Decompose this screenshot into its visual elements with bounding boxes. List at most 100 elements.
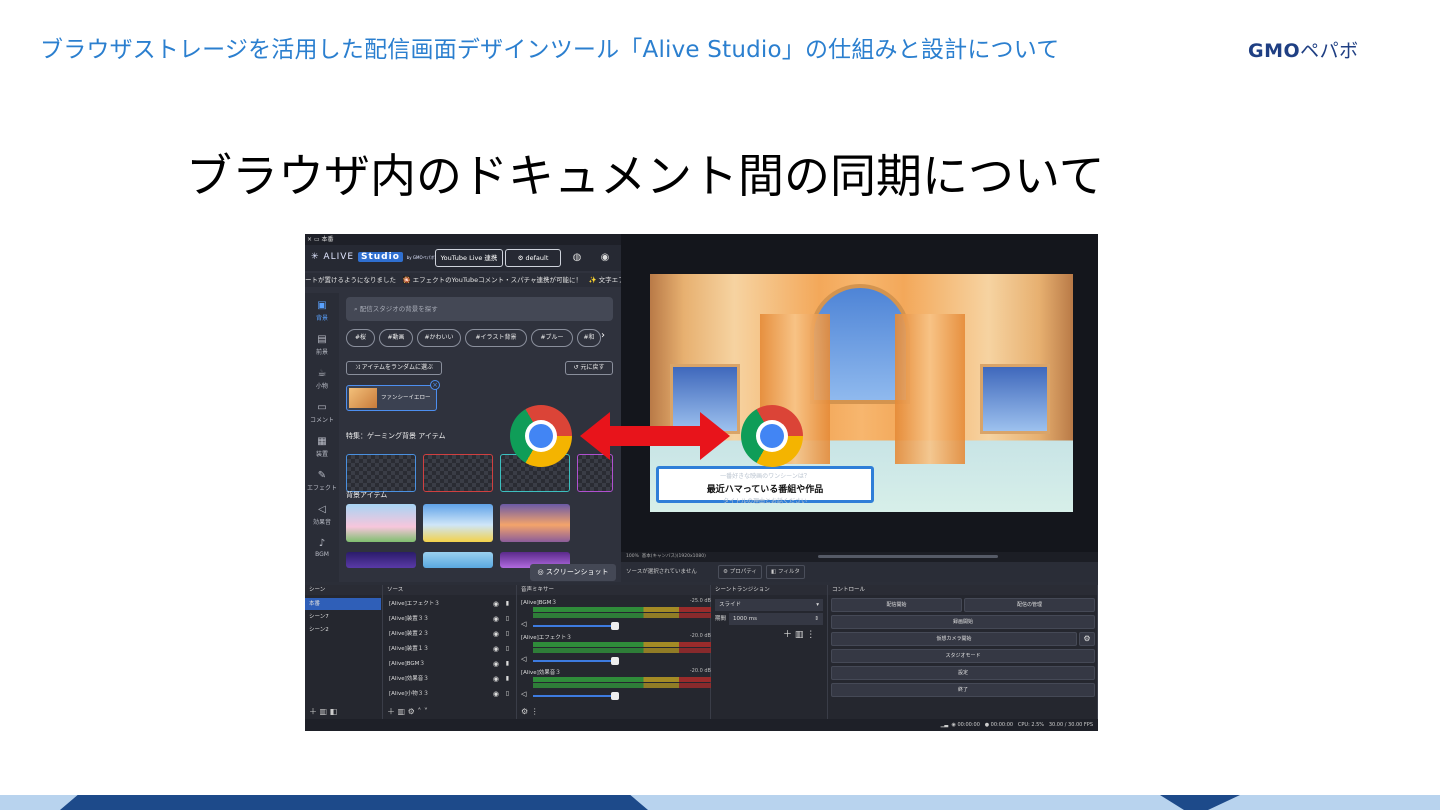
source-item[interactable]: [Alive]BGM３ ◉ ▮: [383, 657, 513, 671]
search-input[interactable]: ⌕ 配信スタジオの背景を探す: [346, 297, 613, 321]
eye-icon[interactable]: ◉: [493, 627, 499, 641]
lock-icon[interactable]: ▮: [506, 657, 509, 671]
selected-item-card[interactable]: ファンシーイエロー ×: [346, 380, 440, 411]
transition-select[interactable]: スライド ▾: [715, 599, 823, 611]
add-icon[interactable]: ＋: [309, 707, 317, 716]
volume-slider-handle[interactable]: [611, 622, 619, 630]
eye-icon[interactable]: ◉: [493, 612, 499, 626]
source-item[interactable]: [Alive]エフェクト３ ◉ ▮: [383, 597, 513, 611]
gear-icon[interactable]: ⚙: [1079, 632, 1095, 646]
account-icon[interactable]: ◉: [598, 251, 612, 265]
eye-icon[interactable]: ◉: [493, 657, 499, 671]
nav-item-effect[interactable]: ✎ エフェクト: [305, 465, 339, 499]
exit-button[interactable]: 終了: [831, 683, 1095, 697]
chevron-right-icon[interactable]: ›: [601, 330, 605, 341]
speaker-icon[interactable]: ◁: [521, 620, 526, 628]
lock-icon[interactable]: ▯: [506, 627, 509, 641]
tag-chip[interactable]: #桜: [346, 329, 375, 347]
bg-item[interactable]: [500, 504, 570, 542]
duration-input[interactable]: 1000 ms ⇕: [729, 613, 823, 625]
filter-icon[interactable]: ◧: [330, 707, 338, 716]
scene-item[interactable]: シーン7: [305, 611, 381, 623]
tag-chip[interactable]: #かわいい: [417, 329, 461, 347]
chevron-up-icon[interactable]: ˄: [417, 707, 421, 716]
stream-icon: ◉: [951, 722, 956, 728]
speaker-icon[interactable]: ◁: [521, 655, 526, 663]
virtual-camera-button[interactable]: 仮想カメラ開始: [831, 632, 1077, 646]
obs-status-bar: ▁▃ ◉ 00:00:00 ● 00:00:00 CPU: 2.5% 30.00…: [305, 719, 1098, 731]
source-item[interactable]: [Alive]装置３３ ◉ ▯: [383, 612, 513, 626]
nav-label: BGM: [315, 551, 329, 558]
volume-slider-handle[interactable]: [611, 657, 619, 665]
gear-icon[interactable]: ⚙: [521, 707, 528, 716]
eye-icon[interactable]: ◉: [493, 642, 499, 656]
globe-icon[interactable]: ◍: [570, 251, 584, 265]
tag-chip[interactable]: #イラスト背景: [465, 329, 527, 347]
chevron-down-icon[interactable]: ˅: [424, 707, 428, 716]
preview-scrollbar[interactable]: [818, 555, 998, 558]
source-item[interactable]: [Alive]装置１３ ◉ ▯: [383, 642, 513, 656]
nav-item-comment[interactable]: ▭ コメント: [305, 397, 339, 431]
add-icon[interactable]: ＋: [783, 630, 792, 640]
tag-chip[interactable]: #ブルー: [531, 329, 573, 347]
scene-item[interactable]: 本番: [305, 598, 381, 610]
studio-mode-button[interactable]: スタジオモード: [831, 649, 1095, 663]
nav-item-device[interactable]: ▦ 装置: [305, 431, 339, 465]
gaming-bg-item[interactable]: [346, 454, 416, 492]
lock-icon[interactable]: ▮: [506, 672, 509, 686]
random-item-button[interactable]: ⤨ アイテムをランダムに選ぶ: [346, 361, 442, 375]
undo-button[interactable]: ↺ 元に戻す: [565, 361, 613, 375]
trash-icon[interactable]: ▥: [320, 707, 328, 716]
bg-item[interactable]: [346, 504, 416, 542]
nav-item-foreground[interactable]: ▤ 前景: [305, 329, 339, 363]
bg-item[interactable]: [346, 552, 416, 568]
manage-stream-button[interactable]: 配信の管理: [964, 598, 1095, 612]
more-icon[interactable]: ⋮: [806, 630, 815, 640]
nav-item-sound[interactable]: ◁ 効果音: [305, 499, 339, 533]
more-icon[interactable]: ⋮: [531, 707, 539, 716]
youtube-live-button[interactable]: YouTube Live 連携: [435, 249, 503, 267]
tag-chip[interactable]: #和: [577, 329, 601, 347]
default-profile-button[interactable]: ⚙ default: [505, 249, 561, 267]
start-record-button[interactable]: 録画開始: [831, 615, 1095, 629]
source-item[interactable]: [Alive]小物３３ ◉ ▯: [383, 687, 513, 701]
lock-icon[interactable]: ▮: [506, 597, 509, 611]
settings-button[interactable]: 設定: [831, 666, 1095, 680]
nav-item-props[interactable]: ☕ 小物: [305, 363, 339, 397]
camera-icon: ◎: [537, 568, 544, 576]
lock-icon[interactable]: ▯: [506, 642, 509, 656]
close-icon[interactable]: ×: [430, 380, 440, 390]
eye-icon[interactable]: ◉: [493, 687, 499, 701]
filters-button[interactable]: ◧ フィルタ: [766, 565, 805, 579]
volume-slider[interactable]: [533, 695, 613, 697]
volume-slider-handle[interactable]: [611, 692, 619, 700]
bg-item[interactable]: [423, 504, 493, 542]
bg-item[interactable]: [423, 552, 493, 568]
nav-item-background[interactable]: ▣ 背景: [305, 295, 339, 329]
volume-slider[interactable]: [533, 625, 613, 627]
properties-button[interactable]: ⚙ プロパティ: [718, 565, 762, 579]
comment-icon: ▭: [317, 402, 327, 413]
start-stream-button[interactable]: 配信開始: [831, 598, 962, 612]
speaker-icon[interactable]: ◁: [521, 690, 526, 698]
eye-icon[interactable]: ◉: [493, 597, 499, 611]
trash-icon[interactable]: ▥: [398, 707, 406, 716]
source-item[interactable]: [Alive]効果音３ ◉ ▮: [383, 672, 513, 686]
eye-icon[interactable]: ◉: [493, 672, 499, 686]
volume-slider[interactable]: [533, 660, 613, 662]
nav-label: エフェクト: [306, 485, 337, 492]
scene-item[interactable]: シーン2: [305, 624, 381, 636]
volume-meter: [533, 607, 711, 612]
zoom-level: 100%: [626, 554, 639, 559]
add-icon[interactable]: ＋: [387, 707, 395, 716]
tag-chip[interactable]: #動画: [379, 329, 413, 347]
close-icon[interactable]: ×: [307, 236, 312, 243]
source-item[interactable]: [Alive]装置２３ ◉ ▯: [383, 627, 513, 641]
trash-icon[interactable]: ▥: [795, 630, 804, 640]
lock-icon[interactable]: ▯: [506, 612, 509, 626]
gaming-bg-item[interactable]: [423, 454, 493, 492]
lock-icon[interactable]: ▯: [506, 687, 509, 701]
gear-icon[interactable]: ⚙: [408, 707, 415, 716]
screenshot-button[interactable]: ◎ スクリーンショット: [530, 564, 616, 581]
nav-item-bgm[interactable]: ♪ BGM: [305, 533, 339, 567]
